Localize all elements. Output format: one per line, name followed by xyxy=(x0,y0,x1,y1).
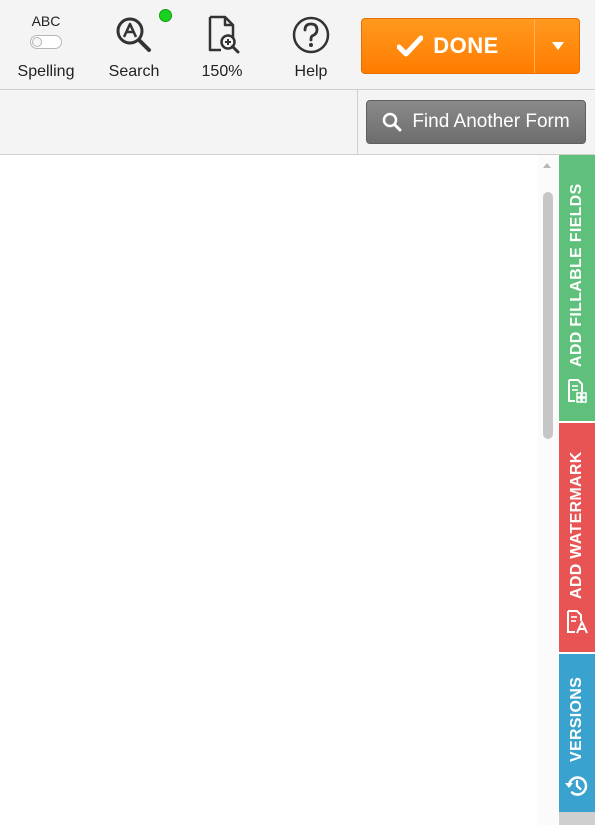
caret-down-icon xyxy=(551,42,564,50)
add-fillable-fields-tab[interactable]: ADD FILLABLE FIELDS xyxy=(559,155,595,421)
secondary-toolbar: Find Another Form xyxy=(0,90,595,155)
scrollbar-thumb[interactable] xyxy=(543,192,553,439)
help-label: Help xyxy=(294,63,328,80)
done-label: DONE xyxy=(433,33,499,58)
document-canvas[interactable] xyxy=(0,155,558,825)
versions-tab[interactable]: VERSIONS xyxy=(559,654,595,812)
scroll-up-icon xyxy=(543,163,551,168)
versions-label: VERSIONS xyxy=(568,676,585,762)
done-dropdown-button[interactable] xyxy=(535,19,580,73)
toggle-knob xyxy=(32,37,42,47)
side-panel-footer xyxy=(559,812,595,825)
toggle-switch[interactable] xyxy=(30,35,62,49)
search-label: Search xyxy=(108,63,160,80)
find-another-form-label: Find Another Form xyxy=(412,111,570,132)
add-watermark-label: ADD WATERMARK xyxy=(568,451,585,599)
search-icon xyxy=(116,17,151,52)
checkmark-icon xyxy=(397,35,424,57)
find-another-form-button[interactable]: Find Another Form xyxy=(366,100,586,144)
done-button-group: DONE xyxy=(361,18,580,74)
add-watermark-tab[interactable]: ADD WATERMARK xyxy=(559,423,595,652)
zoom-level: 150% xyxy=(201,63,243,80)
zoom-document-icon xyxy=(208,15,240,54)
help-button[interactable]: Help xyxy=(271,0,351,90)
watermark-icon xyxy=(567,610,588,634)
top-toolbar: ABC Spelling Search 150% Help DONE xyxy=(0,0,595,90)
toolbar-divider xyxy=(357,90,358,154)
history-icon xyxy=(565,776,588,796)
fillable-fields-icon xyxy=(568,379,587,403)
help-icon xyxy=(292,16,330,54)
spelling-toggle[interactable]: ABC Spelling xyxy=(6,0,86,90)
add-fillable-fields-label: ADD FILLABLE FIELDS xyxy=(568,183,585,367)
scroll-up-arrow[interactable] xyxy=(540,158,554,170)
done-button[interactable]: DONE xyxy=(362,19,534,73)
status-dot xyxy=(159,9,172,22)
spelling-label: Spelling xyxy=(17,63,75,80)
search-icon xyxy=(383,112,402,132)
zoom-button[interactable]: 150% xyxy=(182,0,262,90)
spelling-badge: ABC xyxy=(31,13,61,29)
